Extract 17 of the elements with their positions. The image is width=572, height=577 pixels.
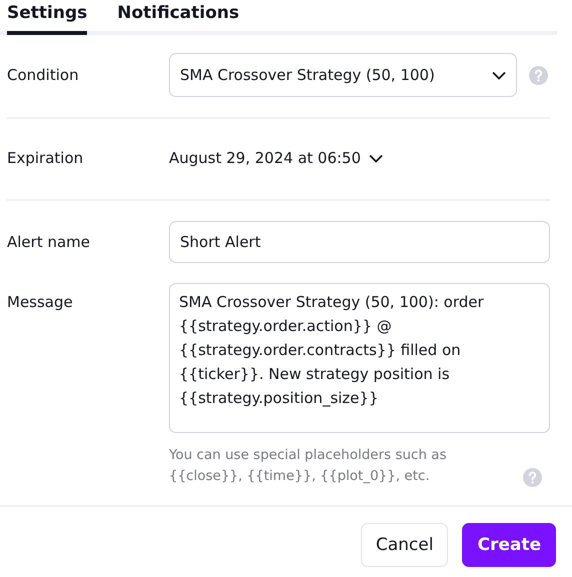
message-label: Message: [7, 293, 74, 311]
alert-name-label: Alert name: [7, 233, 92, 251]
help-icon[interactable]: [523, 468, 542, 487]
expiration-picker[interactable]: August 29, 2024 at 06:50: [169, 149, 383, 167]
chevron-down-icon: [368, 154, 383, 162]
tab[interactable]: Settings: [7, 3, 88, 35]
expiration-label: Expiration: [7, 149, 84, 167]
message-field[interactable]: SMA Crossover Strategy (50, 100): order {{strategy.order.action}} @ {{strategy.order.contracts}} filled on {{ticker}}. New strategy position is {{strategy.position_size}}: [169, 283, 550, 433]
condition-select[interactable]: SMA Crossover Strategy (50, 100): [169, 53, 517, 97]
tab[interactable]: Notifications: [117, 3, 240, 35]
hint-text: You can use special placeholders such as {{close}}, {{time}}, {{plot_0}}, etc.: [169, 446, 448, 486]
chevron-down-icon: [492, 70, 506, 80]
cancel-button[interactable]: Cancel: [360, 523, 448, 567]
condition-label: Condition: [7, 66, 80, 84]
help-icon[interactable]: [529, 66, 548, 84]
alert-name-field[interactable]: Short Alert: [169, 221, 550, 263]
create-button[interactable]: Create: [462, 523, 556, 567]
